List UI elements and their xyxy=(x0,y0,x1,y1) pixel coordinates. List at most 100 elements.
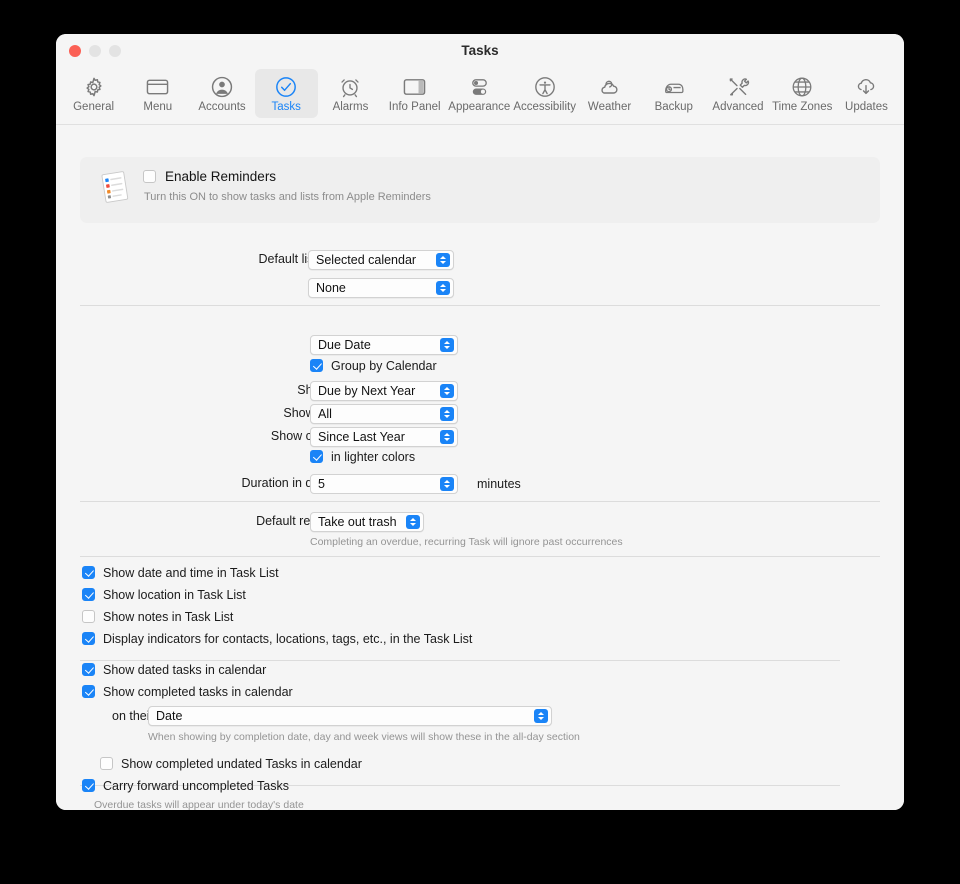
toolbar-label: Appearance xyxy=(448,101,511,113)
tasks-settings-pane: Enable Reminders Turn this ON to show ta… xyxy=(56,124,904,811)
display-indicators-label: Display indicators for contacts, locatio… xyxy=(103,631,473,646)
enable-reminders-label: Enable Reminders xyxy=(165,168,277,184)
show-dated-value: Due by Next Year xyxy=(318,383,416,398)
divider xyxy=(80,304,880,306)
toolbar-label: Tasks xyxy=(271,101,301,113)
show-notes-label: Show notes in Task List xyxy=(103,609,234,624)
show-completed-value: Since Last Year xyxy=(318,429,405,444)
show-completed-undated-label: Show completed undated Tasks in calendar xyxy=(121,756,362,771)
default-list-popup[interactable]: Selected calendar xyxy=(308,249,454,270)
toolbar-item-alarms[interactable]: Alarms xyxy=(319,69,382,118)
window-title: Tasks xyxy=(461,43,499,58)
duration-unit-label: minutes xyxy=(477,476,521,491)
toolbar-label: Accessibility xyxy=(513,101,576,113)
regeneration-hint: Completing an overdue, recurring Task wi… xyxy=(310,535,623,548)
toolbar-label: Weather xyxy=(587,101,632,113)
show-undated-value: All xyxy=(318,406,332,421)
show-dated-popup[interactable]: Due by Next Year xyxy=(310,380,458,401)
show-completed-calendar-row[interactable]: Show completed tasks in calendar xyxy=(82,685,293,699)
carry-forward-label: Carry forward uncompleted Tasks xyxy=(103,778,289,793)
display-indicators-row[interactable]: Display indicators for contacts, locatio… xyxy=(82,632,472,646)
alarm-clock-icon xyxy=(339,74,361,99)
toolbar-label: General xyxy=(73,101,115,113)
toolbar-item-advanced[interactable]: Advanced xyxy=(706,69,769,118)
toolbar-item-general[interactable]: General xyxy=(62,69,125,118)
show-dated-calendar-checkbox[interactable] xyxy=(82,663,95,676)
show-notes-row[interactable]: Show notes in Task List xyxy=(82,610,233,624)
show-completed-undated-checkbox[interactable] xyxy=(100,757,113,770)
backup-drive-icon xyxy=(662,74,686,99)
chevron-updown-icon xyxy=(534,709,548,723)
show-date-time-checkbox[interactable] xyxy=(82,566,95,579)
reminders-notepad-icon xyxy=(98,169,132,207)
toolbar-label: Time Zones xyxy=(772,101,833,113)
chevron-updown-icon xyxy=(440,477,454,491)
gear-icon xyxy=(83,74,105,99)
lighter-colors-checkbox[interactable] xyxy=(310,450,323,463)
sort-tasks-popup[interactable]: Due Date xyxy=(310,334,458,355)
globe-icon xyxy=(791,74,813,99)
cloud-download-icon xyxy=(854,74,878,99)
toolbar-item-info-panel[interactable]: Info Panel xyxy=(383,69,446,118)
duration-stepper[interactable]: 5 xyxy=(310,473,458,494)
carry-forward-hint: Overdue tasks will appear under today's … xyxy=(94,798,304,811)
show-location-label: Show location in Task List xyxy=(103,587,246,602)
enable-reminders-checkbox[interactable] xyxy=(143,169,156,183)
menubar-icon xyxy=(146,74,169,99)
group-by-calendar-row[interactable]: Group by Calendar xyxy=(310,359,437,373)
default-priority-value: None xyxy=(316,280,346,295)
lighter-colors-label: in lighter colors xyxy=(331,449,416,464)
toolbar-item-accounts[interactable]: Accounts xyxy=(190,69,253,118)
default-priority-popup[interactable]: None xyxy=(308,277,454,298)
toolbar-label: Alarms xyxy=(332,101,369,113)
toolbar-item-backup[interactable]: Backup xyxy=(642,69,705,118)
divider xyxy=(80,500,880,502)
toolbar-label: Updates xyxy=(845,101,888,113)
duration-value: 5 xyxy=(318,476,325,491)
title-bar: Tasks xyxy=(56,34,904,68)
group-by-calendar-checkbox[interactable] xyxy=(310,359,323,372)
toolbar-item-menu[interactable]: Menu xyxy=(126,69,189,118)
toolbar-label: Info Panel xyxy=(388,101,441,113)
toolbar-item-time-zones[interactable]: Time Zones xyxy=(771,69,834,118)
accessibility-icon xyxy=(534,74,556,99)
lighter-colors-row[interactable]: in lighter colors xyxy=(310,450,415,464)
toolbar-item-tasks[interactable]: Tasks xyxy=(254,69,318,118)
show-date-time-row[interactable]: Show date and time in Task List xyxy=(82,566,279,580)
show-completed-popup[interactable]: Since Last Year xyxy=(310,426,458,447)
display-indicators-checkbox[interactable] xyxy=(82,632,95,645)
chevron-updown-icon xyxy=(436,253,450,267)
toolbar-label: Backup xyxy=(654,101,693,113)
on-their-popup[interactable]: Date xyxy=(148,705,552,726)
carry-forward-row[interactable]: Carry forward uncompleted Tasks xyxy=(82,779,289,793)
chevron-updown-icon xyxy=(405,515,420,529)
preferences-window: Tasks General Menu Accounts Tasks Alarms… xyxy=(56,34,904,810)
toggles-icon xyxy=(468,74,491,99)
enable-reminders-banner: Enable Reminders Turn this ON to show ta… xyxy=(80,156,880,223)
toolbar-item-weather[interactable]: Weather xyxy=(578,69,641,118)
chevron-updown-icon xyxy=(440,430,454,444)
group-by-calendar-label: Group by Calendar xyxy=(331,358,437,373)
show-notes-checkbox[interactable] xyxy=(82,610,95,623)
chevron-updown-icon xyxy=(440,384,454,398)
carry-forward-checkbox[interactable] xyxy=(82,779,95,792)
toolbar-item-accessibility[interactable]: Accessibility xyxy=(512,69,577,118)
show-completed-calendar-checkbox[interactable] xyxy=(82,685,95,698)
sort-tasks-value: Due Date xyxy=(318,337,371,352)
toolbar-item-updates[interactable]: Updates xyxy=(835,69,898,118)
show-completed-undated-row[interactable]: Show completed undated Tasks in calendar xyxy=(100,757,362,771)
show-location-row[interactable]: Show location in Task List xyxy=(82,588,246,602)
show-date-time-label: Show date and time in Task List xyxy=(103,565,279,580)
side-panel-icon xyxy=(403,74,426,99)
show-undated-popup[interactable]: All xyxy=(310,403,458,424)
show-dated-calendar-label: Show dated tasks in calendar xyxy=(103,662,267,677)
person-circle-icon xyxy=(211,74,233,99)
show-dated-calendar-row[interactable]: Show dated tasks in calendar xyxy=(82,663,266,677)
toolbar-item-appearance[interactable]: Appearance xyxy=(447,69,511,118)
regeneration-popup[interactable]: Take out trash xyxy=(310,511,424,532)
show-location-checkbox[interactable] xyxy=(82,588,95,601)
default-list-value: Selected calendar xyxy=(316,252,417,267)
chevron-updown-icon xyxy=(440,407,454,421)
toolbar-label: Menu xyxy=(143,101,173,113)
calendar-completion-hint: When showing by completion date, day and… xyxy=(148,730,580,743)
